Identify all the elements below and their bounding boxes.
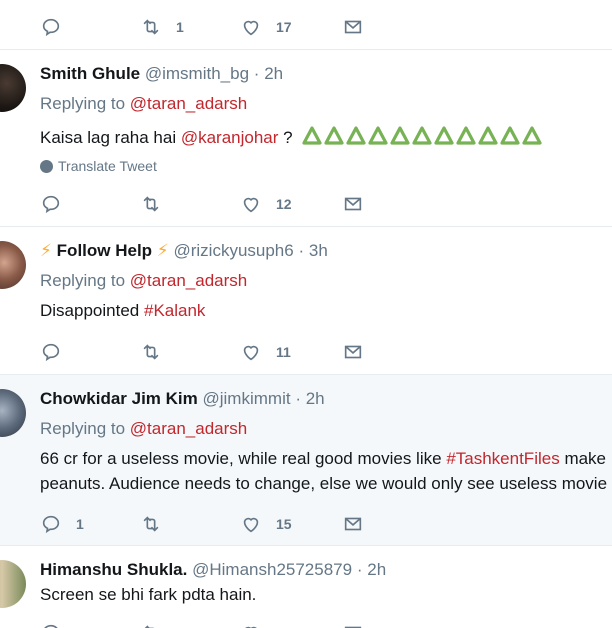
reply-icon [42,195,60,214]
like-button[interactable]: 11 [240,341,291,363]
heart-icon [243,20,259,36]
hashtag-link[interactable]: #TashkentFiles [446,449,559,468]
user-handle[interactable]: @jimkimmit [203,389,291,408]
user-handle[interactable]: @imsmith_bg [145,64,249,83]
reply-button[interactable]: 1 [40,513,84,535]
tweet-text-end: ? [283,128,293,147]
retweet-count: 1 [176,19,184,35]
like-count: 12 [276,196,292,212]
reply-mention[interactable]: @taran_adarsh [130,271,247,290]
separator-dot: · [356,560,363,579]
mail-icon [344,626,362,628]
heart-icon [243,517,259,533]
like-button[interactable]: 17 [240,16,292,38]
retweet-button[interactable]: 1 [140,16,184,38]
reply-icon [42,343,60,362]
hashtag-link[interactable]: #Kalank [144,301,205,320]
tweet-time[interactable]: 2h [264,64,283,83]
reply-button[interactable] [40,341,62,363]
retweet-icon [143,19,159,35]
retweet-button[interactable] [140,622,162,628]
tweet-4[interactable]: Himanshu Shukla. @Himansh25725879 · 2h S… [0,546,612,628]
tweet-actions: 1 15 [40,513,612,535]
mail-icon [344,197,362,211]
retweet-icon [143,196,159,212]
replying-to-label: Replying to [40,94,126,113]
replying-to-label: Replying to [40,419,126,438]
tweet-1[interactable]: Smith Ghule @imsmith_bg · 2h Replying to… [0,50,612,227]
tweet-text-line-1-end: make [564,449,607,468]
tweet-time[interactable]: 2h [367,560,386,579]
dm-button[interactable] [342,341,364,363]
mail-icon [344,20,362,34]
avatar[interactable] [0,389,26,437]
heart-icon [245,626,257,628]
reply-icon [44,624,58,628]
separator-dot: · [253,64,260,83]
separator-dot: · [298,241,305,260]
avatar[interactable] [0,64,26,112]
globe-icon [40,160,53,173]
lightning-emoji-icon: ⚡ [40,241,52,260]
translate-label: Translate Tweet [58,158,157,174]
user-handle[interactable]: @rizickyusuph6 [173,241,293,260]
tweet-text-line-2: peanuts. Audience needs to change, else … [40,474,608,493]
retweet-button[interactable] [140,341,162,363]
avatar[interactable] [0,560,26,608]
dm-button[interactable] [342,622,364,628]
laughing-emoji-row [301,124,545,151]
dm-button[interactable] [342,16,364,38]
reply-icon [42,18,60,37]
text-mention[interactable]: @karanjohar [181,128,279,147]
tweet-actions: 11 [40,341,612,363]
heart-icon [243,197,259,213]
separator-dot: · [295,389,301,408]
mail-icon [344,517,362,531]
avatar[interactable] [0,241,26,289]
tweet-time[interactable]: 2h [306,389,325,408]
tweet-3[interactable]: Chowkidar Jim Kim @jimkimmit · 2h Replyi… [0,375,612,546]
tweet-actions [40,622,612,628]
display-name[interactable]: Smith Ghule [40,64,140,83]
heart-icon [243,345,259,361]
like-button[interactable] [240,622,262,628]
tweet-actions: 12 [40,193,612,215]
like-button[interactable]: 15 [240,513,292,535]
replying-to-label: Replying to [40,271,126,290]
reply-mention[interactable]: @taran_adarsh [130,94,247,113]
like-button[interactable]: 12 [240,193,292,215]
tweet-text: Kaisa lag raha hai [40,128,177,147]
tweet-2[interactable]: ⚡ Follow Help ⚡ @rizickyusuph6 · 3h Repl… [0,227,612,375]
display-name[interactable]: Follow Help [57,241,152,260]
like-count: 15 [276,516,292,532]
tweet-text: Disappointed [40,301,140,320]
reply-button[interactable] [40,193,62,215]
retweet-icon [144,625,155,628]
tweet-time[interactable]: 3h [309,241,328,260]
display-name[interactable]: Chowkidar Jim Kim [40,389,198,408]
reply-icon [42,515,60,534]
retweet-icon [143,516,159,532]
tweet-0: 1 17 [0,0,612,50]
tweet-text-line-1: 66 cr for a useless movie, while real go… [40,449,442,468]
lightning-emoji-icon: ⚡ [156,241,169,260]
laughing-emoji-icons [302,126,542,145]
display-name[interactable]: Himanshu Shukla. [40,560,187,579]
like-count: 11 [276,344,291,360]
user-handle[interactable]: @Himansh25725879 [192,560,352,579]
reply-count: 1 [76,516,84,532]
retweet-button[interactable] [140,193,162,215]
reply-button[interactable] [40,622,62,628]
tweet-text: Screen se bhi fark pdta hain. [40,585,257,604]
like-count: 17 [276,19,292,35]
retweet-button[interactable] [140,513,162,535]
reply-mention[interactable]: @taran_adarsh [130,419,247,438]
retweet-icon [143,344,159,360]
reply-button[interactable] [40,16,62,38]
dm-button[interactable] [342,513,364,535]
dm-button[interactable] [342,193,364,215]
tweet-actions: 1 17 [40,16,612,38]
translate-tweet-link[interactable]: Translate Tweet [40,158,157,174]
mail-icon [344,345,362,359]
